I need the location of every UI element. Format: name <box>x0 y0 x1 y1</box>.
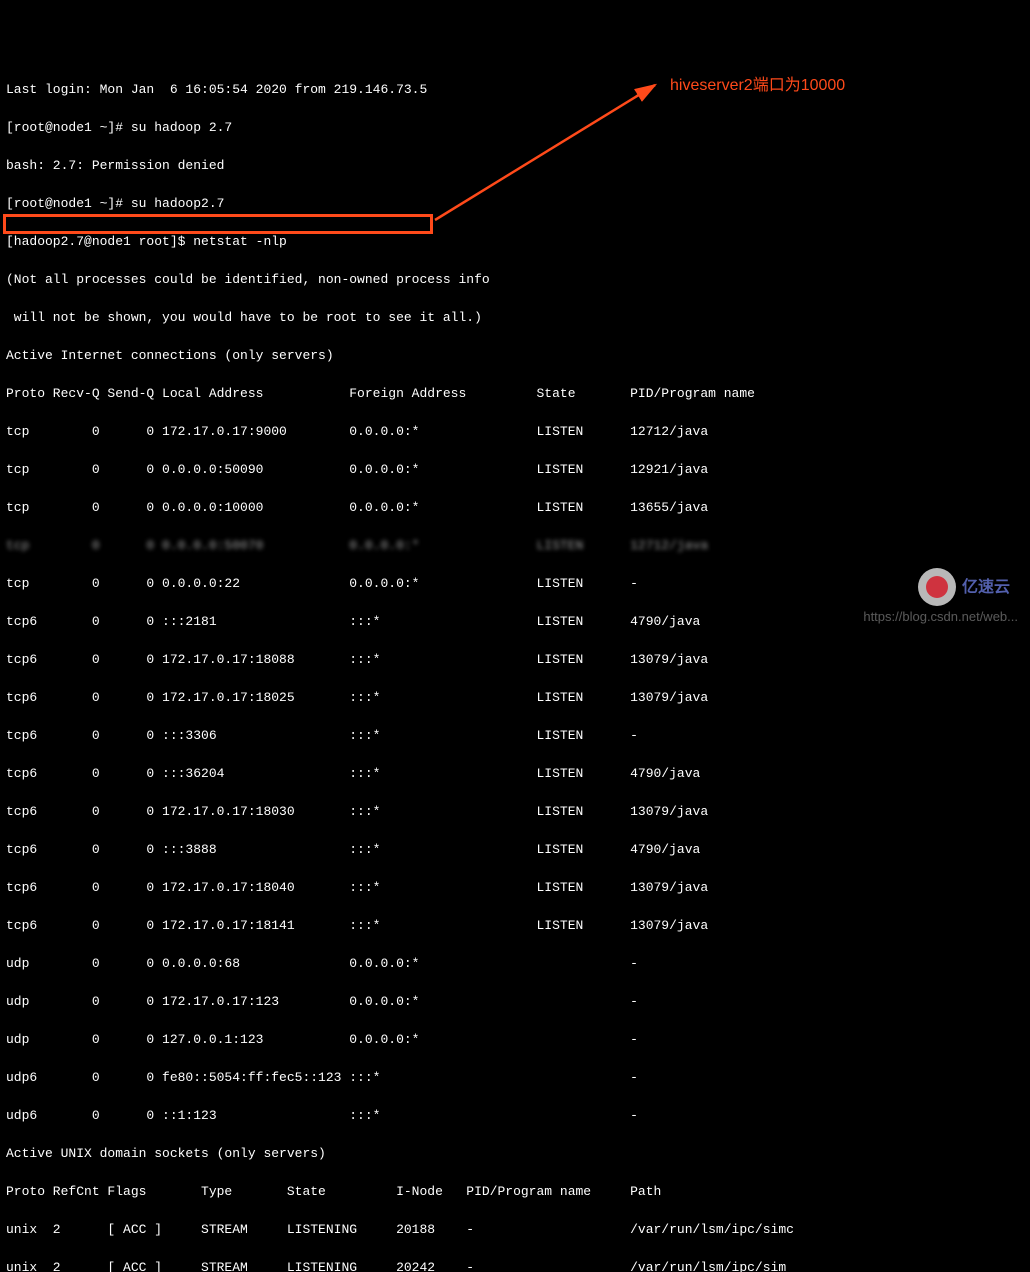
netstat-row: tcp6 0 0 172.17.0.17:18088 :::* LISTEN 1… <box>6 650 1024 669</box>
netstat-row: udp6 0 0 ::1:123 :::* - <box>6 1106 1024 1125</box>
netstat-row: tcp 0 0 0.0.0.0:50090 0.0.0.0:* LISTEN 1… <box>6 460 1024 479</box>
annotation-text: hiveserver2端口为10000 <box>670 76 845 95</box>
netstat-header: Proto Recv-Q Send-Q Local Address Foreig… <box>6 384 1024 403</box>
unix-row: unix 2 [ ACC ] STREAM LISTENING 20242 - … <box>6 1258 1024 1272</box>
terminal-line: [root@node1 ~]# su hadoop 2.7 <box>6 118 1024 137</box>
netstat-row: tcp 0 0 0.0.0.0:50070 0.0.0.0:* LISTEN 1… <box>6 536 1024 555</box>
terminal-line: (Not all processes could be identified, … <box>6 270 1024 289</box>
netstat-row: tcp6 0 0 172.17.0.17:18141 :::* LISTEN 1… <box>6 916 1024 935</box>
watermark-logo: 亿速云 <box>918 568 1010 606</box>
netstat-row: tcp6 0 0 172.17.0.17:18025 :::* LISTEN 1… <box>6 688 1024 707</box>
highlight-rectangle <box>3 214 433 234</box>
unix-header: Proto RefCnt Flags Type State I-Node PID… <box>6 1182 1024 1201</box>
netstat-row: tcp6 0 0 172.17.0.17:18030 :::* LISTEN 1… <box>6 802 1024 821</box>
netstat-row: udp 0 0 0.0.0.0:68 0.0.0.0:* - <box>6 954 1024 973</box>
netstat-row: udp 0 0 127.0.0.1:123 0.0.0.0:* - <box>6 1030 1024 1049</box>
logo-text: 亿速云 <box>962 578 1010 597</box>
logo-icon <box>918 568 956 606</box>
terminal-line: will not be shown, you would have to be … <box>6 308 1024 327</box>
terminal-line: Active Internet connections (only server… <box>6 346 1024 365</box>
terminal-line: [root@node1 ~]# su hadoop2.7 <box>6 194 1024 213</box>
netstat-row: tcp6 0 0 :::3306 :::* LISTEN - <box>6 726 1024 745</box>
netstat-row: tcp6 0 0 172.17.0.17:18040 :::* LISTEN 1… <box>6 878 1024 897</box>
terminal-line: Last login: Mon Jan 6 16:05:54 2020 from… <box>6 80 1024 99</box>
unix-row: unix 2 [ ACC ] STREAM LISTENING 20188 - … <box>6 1220 1024 1239</box>
netstat-row: udp 0 0 172.17.0.17:123 0.0.0.0:* - <box>6 992 1024 1011</box>
netstat-row: tcp6 0 0 :::36204 :::* LISTEN 4790/java <box>6 764 1024 783</box>
unix-sockets-header: Active UNIX domain sockets (only servers… <box>6 1144 1024 1163</box>
netstat-row-highlighted: tcp 0 0 0.0.0.0:10000 0.0.0.0:* LISTEN 1… <box>6 498 1024 517</box>
netstat-row: tcp6 0 0 :::3888 :::* LISTEN 4790/java <box>6 840 1024 859</box>
netstat-row: tcp 0 0 172.17.0.17:9000 0.0.0.0:* LISTE… <box>6 422 1024 441</box>
netstat-row: tcp 0 0 0.0.0.0:22 0.0.0.0:* LISTEN - <box>6 574 1024 593</box>
netstat-row: udp6 0 0 fe80::5054:ff:fec5::123 :::* - <box>6 1068 1024 1087</box>
terminal-line: bash: 2.7: Permission denied <box>6 156 1024 175</box>
terminal-line: [hadoop2.7@node1 root]$ netstat -nlp <box>6 232 1024 251</box>
watermark-url: https://blog.csdn.net/web... <box>863 607 1018 626</box>
